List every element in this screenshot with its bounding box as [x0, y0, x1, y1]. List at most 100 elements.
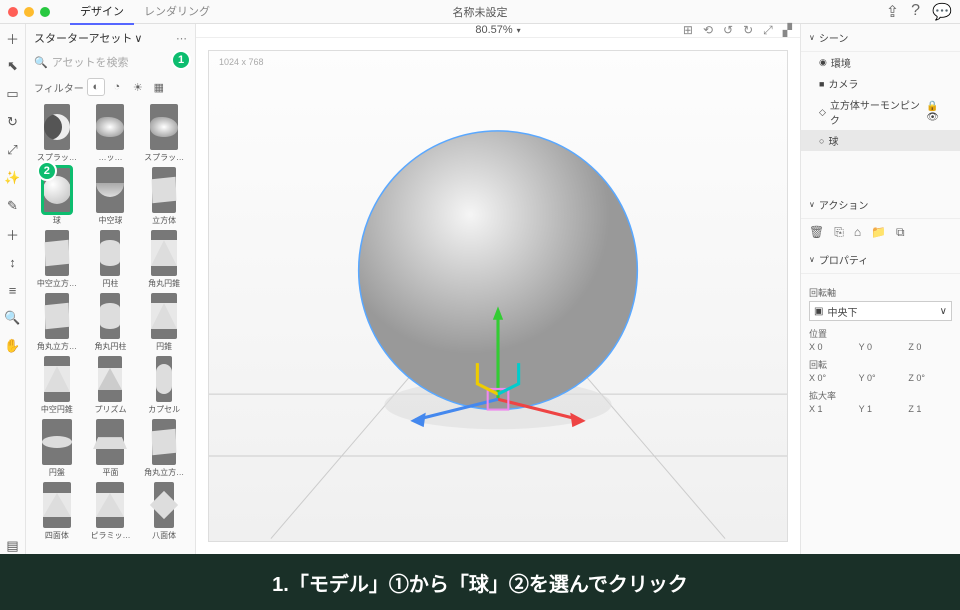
eyedrop-tool-icon[interactable]: ≡: [5, 282, 21, 298]
asset-label: 八面体: [152, 530, 176, 541]
asset-label: 中空立方…: [37, 278, 77, 289]
asset-中空円錐[interactable]: [44, 356, 70, 402]
asset-label: 中空球: [98, 215, 122, 226]
canvas-dimensions: 1024 x 768: [219, 57, 264, 67]
scene-item-立方体サーモンピンク[interactable]: ◇立方体サーモンピンク🔒 👁: [801, 94, 960, 130]
asset-search[interactable]: 🔍 アセットを検索 1: [26, 52, 195, 74]
asset-label: スプラッ…: [144, 152, 184, 163]
scale-tool-icon[interactable]: ⤢: [5, 142, 21, 158]
scene-item-球[interactable]: ○球: [801, 130, 960, 151]
asset-スプラッ…[interactable]: [44, 104, 70, 150]
asset-中空球[interactable]: [96, 167, 124, 213]
tab-rendering[interactable]: レンダリング: [134, 0, 220, 25]
asset-円盤[interactable]: [42, 419, 72, 465]
asset-label: 立方体: [152, 215, 176, 226]
scene-item-カメラ[interactable]: ■カメラ: [801, 73, 960, 94]
asset-平面[interactable]: [96, 419, 124, 465]
tool-column: ＋ ⬉ ▭ ↻ ⤢ ✨ ✎ ＋ ↕ ≡ 🔍 ✋ ▤: [0, 24, 26, 554]
asset-label: 角丸円柱: [94, 341, 126, 352]
rotate-view-icon[interactable]: ↺: [723, 23, 733, 38]
asset-角丸円柱[interactable]: [100, 293, 120, 339]
filter-lights-icon[interactable]: ☀: [129, 78, 147, 96]
filter-image-icon[interactable]: ▦: [150, 78, 168, 96]
magic-tool-icon[interactable]: ✨: [5, 170, 21, 186]
help-icon[interactable]: ?: [911, 2, 920, 22]
hand-tool-icon[interactable]: ✋: [5, 338, 21, 354]
text-tool-icon[interactable]: ↕: [5, 254, 21, 270]
copy-icon[interactable]: ⧉: [896, 225, 905, 240]
asset-球[interactable]: 2: [43, 167, 71, 213]
asset-grid: スプラッ……ッ…スプラッ…2球中空球立方体中空立方…円柱角丸円錐角丸立方…角丸円…: [26, 100, 195, 545]
zoom-view-icon[interactable]: ⤢: [763, 23, 773, 38]
asset-label: 円盤: [49, 467, 65, 478]
rotate-tool-icon[interactable]: ↻: [5, 114, 21, 130]
camera-icon[interactable]: ⟲: [703, 23, 713, 38]
asset-label: 球: [53, 215, 61, 226]
asset-角丸立方…[interactable]: [152, 419, 176, 465]
right-panel: ∨シーン ◉環境■カメラ◇立方体サーモンピンク🔒 👁○球 ∨アクション 🗑 ⎘ …: [800, 24, 960, 554]
folder-icon[interactable]: 📁: [871, 225, 886, 240]
frame-icon[interactable]: ⊞: [683, 23, 693, 38]
plus-tool-icon[interactable]: ＋: [5, 226, 21, 242]
callout-1: 1: [171, 50, 191, 70]
maximize-icon[interactable]: [40, 7, 50, 17]
canvas-wrap: 1024 x 768: [196, 38, 800, 554]
tab-design[interactable]: デザイン: [70, 0, 134, 25]
filter-label: フィルター: [34, 80, 84, 95]
position-xyz[interactable]: X 0Y 0Z 0: [809, 342, 952, 352]
duplicate-icon[interactable]: ⎘: [834, 225, 844, 240]
asset-立方体[interactable]: [152, 167, 176, 213]
minimize-icon[interactable]: [24, 7, 34, 17]
rotation-label: 回転: [809, 358, 952, 371]
brush-tool-icon[interactable]: ✎: [5, 198, 21, 214]
sidebar-title[interactable]: スターターアセット: [34, 30, 132, 46]
asset-カプセル[interactable]: [156, 356, 172, 402]
filter-models-icon[interactable]: ◐: [87, 78, 105, 96]
rect-tool-icon[interactable]: ▭: [5, 86, 21, 102]
render-icon[interactable]: ▞: [783, 23, 792, 38]
pivot-label: 回転軸: [809, 286, 952, 299]
asset-四面体[interactable]: [43, 482, 71, 528]
asset-label: 円錐: [156, 341, 172, 352]
zoom-tool-icon[interactable]: 🔍: [5, 310, 21, 326]
canvas[interactable]: 1024 x 768: [208, 50, 788, 542]
asset-…ッ…[interactable]: [96, 104, 124, 150]
select-tool-icon[interactable]: ⬉: [5, 58, 21, 74]
search-icon: 🔍: [34, 56, 48, 69]
callout-2: 2: [37, 161, 57, 181]
zoom-level[interactable]: 80.57%: [475, 24, 512, 36]
viewport-toolbar: 80.57%▾ ⊞ ⟲ ↺ ↻ ⤢ ▞: [196, 24, 800, 38]
search-placeholder: アセットを検索: [52, 54, 129, 70]
asset-円柱[interactable]: [100, 230, 120, 276]
layers-icon[interactable]: ▤: [5, 538, 21, 554]
asset-ピラミッ…[interactable]: [96, 482, 124, 528]
asset-label: 円柱: [102, 278, 118, 289]
asset-プリズム[interactable]: [98, 356, 122, 402]
asset-スプラッ…[interactable]: [150, 104, 178, 150]
add-icon[interactable]: ＋: [5, 30, 21, 46]
group-icon[interactable]: ⌂: [854, 225, 861, 240]
close-icon[interactable]: [8, 7, 18, 17]
asset-角丸円錐[interactable]: [151, 230, 177, 276]
scene-item-環境[interactable]: ◉環境: [801, 52, 960, 73]
asset-label: カプセル: [148, 404, 180, 415]
pan-view-icon[interactable]: ↻: [743, 23, 753, 38]
asset-label: 角丸円錐: [148, 278, 180, 289]
asset-label: …ッ…: [98, 152, 122, 163]
scale-xyz[interactable]: X 1Y 1Z 1: [809, 404, 952, 414]
filter-materials-icon[interactable]: ◔: [108, 78, 126, 96]
asset-円錐[interactable]: [151, 293, 177, 339]
asset-中空立方…[interactable]: [45, 230, 69, 276]
rotation-xyz[interactable]: X 0°Y 0°Z 0°: [809, 373, 952, 383]
share-icon[interactable]: ⇪: [886, 2, 899, 22]
asset-角丸立方…[interactable]: [45, 293, 69, 339]
pivot-select[interactable]: ▣ 中央下∨: [809, 301, 952, 321]
sidebar-more-icon[interactable]: ⋯: [176, 32, 187, 45]
asset-八面体[interactable]: [154, 482, 174, 528]
asset-label: ピラミッ…: [90, 530, 130, 541]
asset-label: 四面体: [45, 530, 69, 541]
mode-tabs: デザイン レンダリング: [70, 0, 220, 25]
delete-icon[interactable]: 🗑: [809, 225, 824, 240]
asset-label: 中空円錐: [41, 404, 73, 415]
comment-icon[interactable]: 💬: [932, 2, 952, 22]
